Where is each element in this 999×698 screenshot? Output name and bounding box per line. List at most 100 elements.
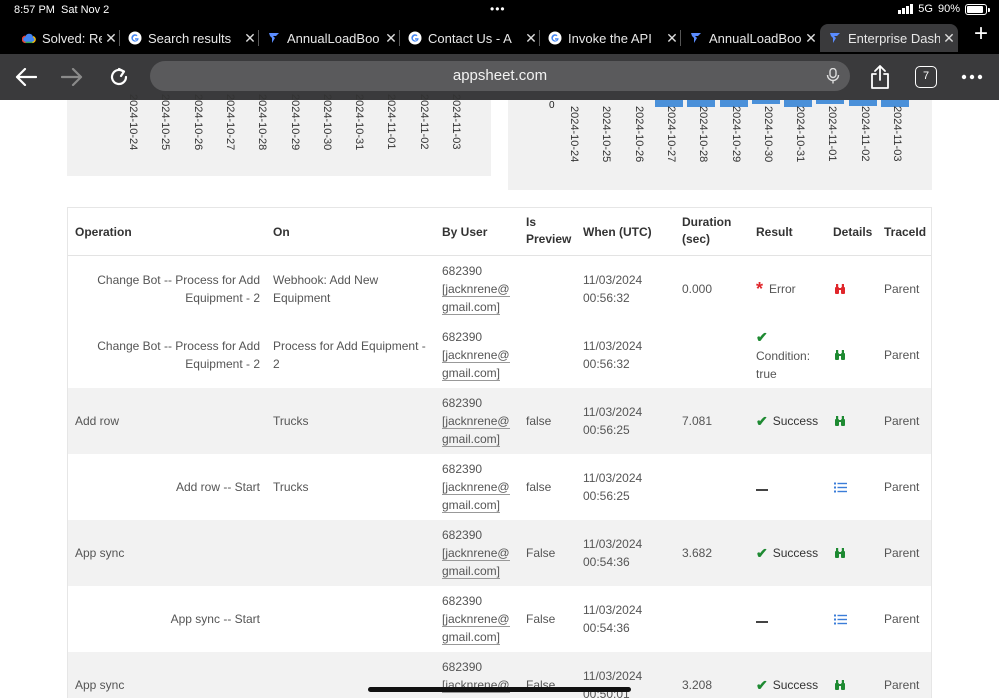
battery-percent: 90% (937, 3, 960, 15)
x-tick-label: 2024-10-24 (568, 106, 580, 163)
cell-when-time: 00:56:32 (583, 357, 630, 371)
cell-user-id: 682390 (442, 660, 483, 674)
table-row[interactable]: App sync -- Start 682390 [jacknrene@ gmail.… (68, 586, 931, 652)
cell-traceid[interactable]: Parent (884, 478, 919, 496)
share-icon[interactable] (866, 63, 894, 91)
header-duration[interactable]: Duration (sec) (682, 214, 731, 248)
cell-user-email-1: [jacknrene@ (442, 414, 510, 429)
browser-tab[interactable]: Invoke the API ✕ (540, 24, 681, 52)
close-tab-icon[interactable]: ✕ (102, 31, 120, 45)
tab-count-button[interactable]: 7 (915, 66, 937, 88)
more-options-icon[interactable] (958, 63, 986, 91)
google-icon (128, 31, 142, 45)
address-url: appsheet.com (452, 67, 548, 84)
cell-operation-line1: Change Bot -- Process for Add (97, 339, 260, 353)
close-tab-icon[interactable]: ✕ (940, 31, 958, 45)
cell-user-id: 682390 (442, 462, 483, 476)
close-tab-icon[interactable]: ✕ (663, 31, 681, 45)
cell-result-text-2: true (756, 367, 777, 381)
cell-details[interactable] (834, 678, 846, 696)
header-details[interactable]: Details (833, 224, 872, 241)
x-tick-label: 2024-11-03 (891, 106, 903, 162)
table-row[interactable]: App sync 682390 [jacknrene@ gmail.com] False… (68, 520, 931, 586)
header-operation[interactable]: Operation (75, 224, 132, 241)
google-icon (548, 31, 562, 45)
cell-operation-line1: Change Bot -- Process for Add (97, 273, 260, 287)
x-tick-label: 2024-10-31 (353, 94, 366, 151)
cell-details[interactable] (834, 282, 846, 300)
close-tab-icon[interactable]: ✕ (241, 31, 259, 45)
cell-traceid[interactable]: Parent (884, 346, 919, 364)
binoculars-icon[interactable] (834, 547, 846, 559)
browser-tab[interactable]: Enterprise Dash ✕ (820, 24, 958, 52)
page-content: 2024-10-24 2024-10-25 2024-10-26 2024-10-27… (0, 94, 999, 698)
cell-user-email-1: [jacknrene@ (442, 282, 510, 297)
cell-traceid[interactable]: Parent (884, 412, 919, 430)
new-tab-plus-icon[interactable]: + (969, 22, 993, 48)
cell-when: 11/03/2024 00:50:01 (583, 667, 642, 698)
multitask-dots-icon[interactable]: ••• (490, 2, 506, 16)
dash-icon (756, 489, 768, 491)
cell-user-email-2: gmail.com] (442, 366, 501, 381)
tab-title: AnnualLoadBoo (287, 30, 380, 46)
appsheet-icon (267, 31, 281, 45)
cell-on: Trucks (273, 478, 309, 496)
error-asterisk-icon: * (756, 279, 764, 299)
chart-bar (816, 100, 845, 105)
y-axis-zero-label: 0 (549, 100, 555, 111)
close-tab-icon[interactable]: ✕ (522, 31, 540, 45)
status-time: 8:57 PM (14, 4, 55, 16)
cell-when-date: 11/03/2024 (583, 669, 643, 683)
tab-title: Solved: Re: C (42, 30, 102, 46)
cell-user-email-2: gmail.com] (442, 432, 501, 447)
cell-details[interactable] (834, 414, 846, 432)
table-row[interactable]: Change Bot -- Process for Add Equipment -… (68, 256, 931, 322)
cell-result: ✔ Success (756, 544, 818, 562)
microphone-icon[interactable] (826, 68, 840, 84)
cell-when-time: 00:54:36 (583, 555, 630, 569)
header-is-preview[interactable]: Is Preview (526, 214, 571, 248)
header-by-user[interactable]: By User (442, 224, 487, 241)
browser-tab[interactable]: Search results ✕ (120, 24, 259, 52)
cell-details[interactable] (834, 348, 846, 366)
cell-details[interactable] (834, 546, 846, 564)
binoculars-icon[interactable] (834, 679, 846, 691)
table-header: Operation On By User Is Preview When (UT… (68, 208, 931, 256)
header-is-preview-line1: Is (526, 215, 537, 229)
header-is-preview-line2: Preview (526, 232, 572, 246)
appsheet-icon (828, 31, 842, 45)
close-tab-icon[interactable]: ✕ (802, 31, 820, 45)
binoculars-icon[interactable] (834, 349, 846, 361)
browser-tab[interactable]: AnnualLoadBoo ✕ (681, 24, 820, 52)
header-traceid[interactable]: TraceId (884, 224, 926, 241)
browser-tab[interactable]: Contact Us - A ✕ (400, 24, 540, 52)
close-tab-icon[interactable]: ✕ (382, 31, 400, 45)
reload-icon[interactable] (105, 63, 133, 91)
table-row[interactable]: Change Bot -- Process for Add Equipment -… (68, 322, 931, 388)
header-on[interactable]: On (273, 224, 290, 241)
binoculars-icon[interactable] (834, 415, 846, 427)
cell-details[interactable] (834, 612, 847, 630)
table-row[interactable]: Add row -- Start Trucks 682390 [jacknrene@ g… (68, 454, 931, 520)
browser-tab[interactable]: AnnualLoadBoo ✕ (259, 24, 400, 52)
cell-traceid[interactable]: Parent (884, 544, 919, 562)
table-row[interactable]: Add row Trucks 682390 [jacknrene@ gmail.com]… (68, 388, 931, 454)
cell-traceid[interactable]: Parent (884, 610, 919, 628)
address-bar[interactable]: appsheet.com (150, 61, 850, 91)
cell-traceid[interactable]: Parent (884, 280, 919, 298)
cell-details[interactable] (834, 480, 847, 498)
cell-result (756, 610, 768, 628)
x-tick-label: 2024-10-29 (288, 94, 301, 151)
list-icon[interactable] (834, 482, 847, 493)
cell-by-user: 682390 [jacknrene@ gmail.com] (442, 394, 510, 448)
back-arrow-icon[interactable] (12, 63, 40, 91)
header-result[interactable]: Result (756, 224, 793, 241)
header-when[interactable]: When (UTC) (583, 224, 652, 241)
cell-traceid[interactable]: Parent (884, 676, 919, 694)
x-tick-label: 2024-10-26 (632, 106, 645, 163)
binoculars-icon[interactable] (834, 283, 846, 295)
forward-arrow-icon[interactable] (58, 63, 86, 91)
browser-tab[interactable]: Solved: Re: C✕ (14, 24, 120, 52)
cell-result: * Error (756, 280, 796, 298)
list-icon[interactable] (834, 614, 847, 625)
